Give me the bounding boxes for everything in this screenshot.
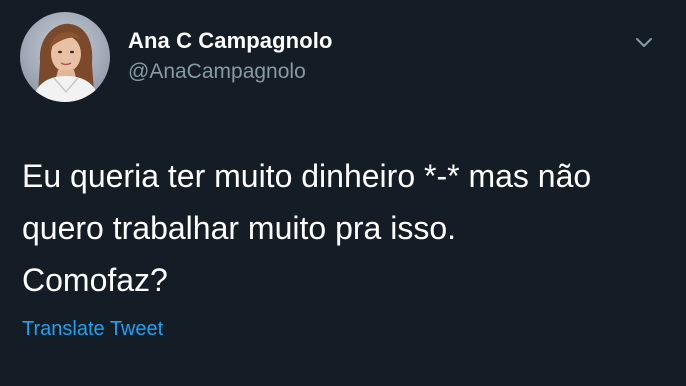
tweet-text: Eu queria ter muito dinheiro *-* mas não… (22, 158, 592, 298)
chevron-down-icon[interactable] (632, 30, 656, 54)
user-handle[interactable]: @AnaCampagnolo (128, 60, 306, 84)
profile-photo-icon (20, 12, 110, 102)
avatar[interactable] (20, 12, 110, 102)
translate-tweet-link[interactable]: Translate Tweet (22, 318, 163, 341)
display-name[interactable]: Ana C Campagnolo (128, 28, 333, 54)
tweet-card: Ana C Campagnolo @AnaCampagnolo Eu queri… (0, 0, 686, 386)
